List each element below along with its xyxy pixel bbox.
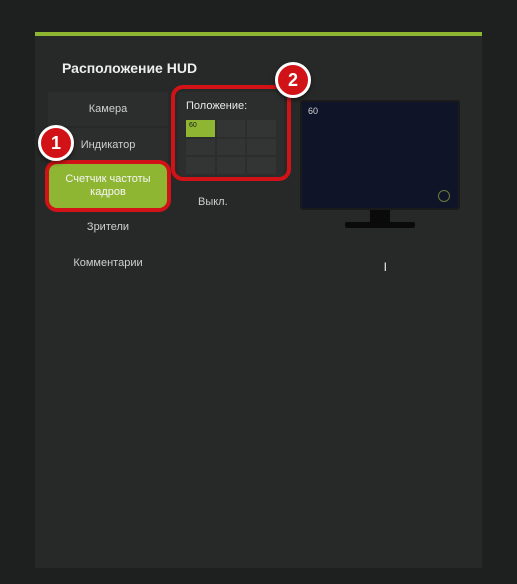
position-panel: Положение: — [178, 92, 284, 180]
sidebar-item-fps-counter[interactable]: Счетчик частоты кадров — [48, 164, 168, 208]
sidebar-item-comments[interactable]: Комментарии — [48, 246, 168, 280]
pos-top-right[interactable] — [247, 120, 276, 137]
pos-bot-left[interactable] — [186, 157, 215, 174]
page-title: Расположение HUD — [62, 60, 197, 76]
sidebar-item-viewers[interactable]: Зрители — [48, 210, 168, 244]
pos-top-left[interactable] — [186, 120, 215, 137]
monitor-stand — [370, 210, 390, 222]
monitor-base — [345, 222, 415, 228]
sidebar-item-camera[interactable]: Камера — [48, 92, 168, 126]
monitor-screen: 60 — [300, 100, 460, 210]
position-grid — [186, 120, 276, 174]
pos-mid-center[interactable] — [217, 139, 246, 156]
sidebar-item-indicator[interactable]: Индикатор — [48, 128, 168, 162]
hud-sidebar: Камера Индикатор Счетчик частоты кадров … — [48, 92, 168, 282]
pos-top-center[interactable] — [217, 120, 246, 137]
pos-bot-right[interactable] — [247, 157, 276, 174]
pos-bot-center[interactable] — [217, 157, 246, 174]
pos-mid-left[interactable] — [186, 139, 215, 156]
pos-mid-right[interactable] — [247, 139, 276, 156]
position-off[interactable]: Выкл. — [198, 196, 228, 208]
preview-monitor: 60 — [300, 100, 460, 228]
cursor-icon: I — [384, 260, 387, 274]
preview-fps-value: 60 — [308, 106, 318, 116]
nvidia-logo-icon — [438, 190, 450, 202]
position-label: Положение: — [186, 100, 247, 112]
